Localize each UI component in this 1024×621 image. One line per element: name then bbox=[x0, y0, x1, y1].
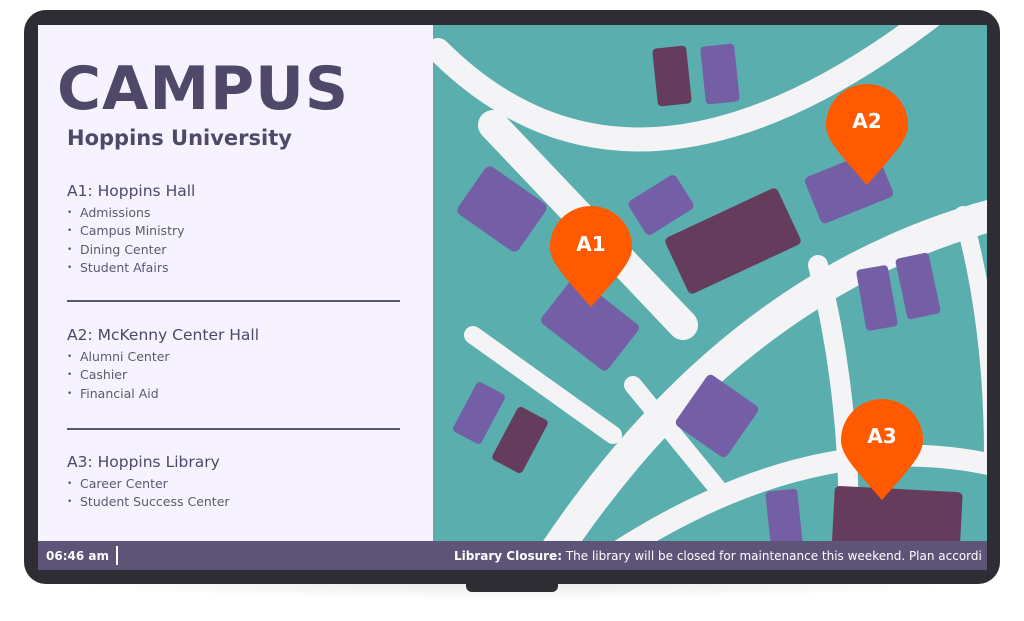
map-pin-label-a2[interactable]: A2 bbox=[825, 109, 909, 133]
building bbox=[453, 382, 505, 444]
signage-screen: CAMPUS Hoppins University A1: Hoppins Ha… bbox=[38, 25, 987, 570]
section-divider bbox=[67, 300, 400, 302]
list-item: Dining Center bbox=[67, 241, 407, 260]
ticker-title: Library Closure: bbox=[454, 549, 562, 563]
list-item: Cashier bbox=[67, 366, 407, 385]
directory-section-a2: A2: McKenny Center Hall Alumni Center Ca… bbox=[67, 326, 407, 403]
map-graphic bbox=[433, 25, 987, 541]
university-name: Hoppins University bbox=[67, 126, 292, 150]
section-list: Alumni Center Cashier Financial Aid bbox=[67, 348, 407, 403]
list-item: Student Success Center bbox=[67, 493, 407, 512]
status-separator bbox=[116, 546, 118, 565]
building bbox=[700, 43, 740, 105]
news-ticker: Library Closure: The library will be clo… bbox=[454, 549, 982, 563]
ticker-message: The library will be closed for maintenan… bbox=[562, 549, 982, 563]
map-pin-label-a3[interactable]: A3 bbox=[840, 424, 924, 448]
page-title: CAMPUS bbox=[57, 54, 350, 124]
section-list: Career Center Student Success Center bbox=[67, 475, 407, 512]
clock: 06:46 am bbox=[46, 549, 109, 563]
road bbox=[954, 206, 987, 462]
directory-section-a3: A3: Hoppins Library Career Center Studen… bbox=[67, 453, 407, 512]
building bbox=[831, 485, 963, 541]
building bbox=[652, 45, 692, 107]
directory-section-a1: A1: Hoppins Hall Admissions Campus Minis… bbox=[67, 182, 407, 277]
tv-stand bbox=[466, 580, 558, 592]
section-list: Admissions Campus Ministry Dining Center… bbox=[67, 204, 407, 277]
list-item: Financial Aid bbox=[67, 385, 407, 404]
list-item: Career Center bbox=[67, 475, 407, 494]
section-heading: A1: Hoppins Hall bbox=[67, 182, 196, 200]
building bbox=[856, 265, 898, 331]
list-item: Alumni Center bbox=[67, 348, 407, 367]
list-item: Campus Ministry bbox=[67, 222, 407, 241]
map-pin-label-a1[interactable]: A1 bbox=[549, 232, 633, 256]
building bbox=[895, 252, 941, 320]
building bbox=[628, 175, 694, 235]
list-item: Admissions bbox=[67, 204, 407, 223]
section-heading: A2: McKenny Center Hall bbox=[67, 326, 260, 344]
list-item: Student Afairs bbox=[67, 259, 407, 278]
building bbox=[765, 488, 803, 541]
status-bar: 06:46 am Library Closure: The library wi… bbox=[38, 541, 987, 570]
section-divider bbox=[67, 428, 400, 430]
section-heading: A3: Hoppins Library bbox=[67, 453, 220, 471]
directory-panel: CAMPUS Hoppins University A1: Hoppins Ha… bbox=[38, 25, 433, 541]
building bbox=[492, 406, 548, 474]
campus-map[interactable]: A1 A2 A3 bbox=[433, 25, 987, 541]
